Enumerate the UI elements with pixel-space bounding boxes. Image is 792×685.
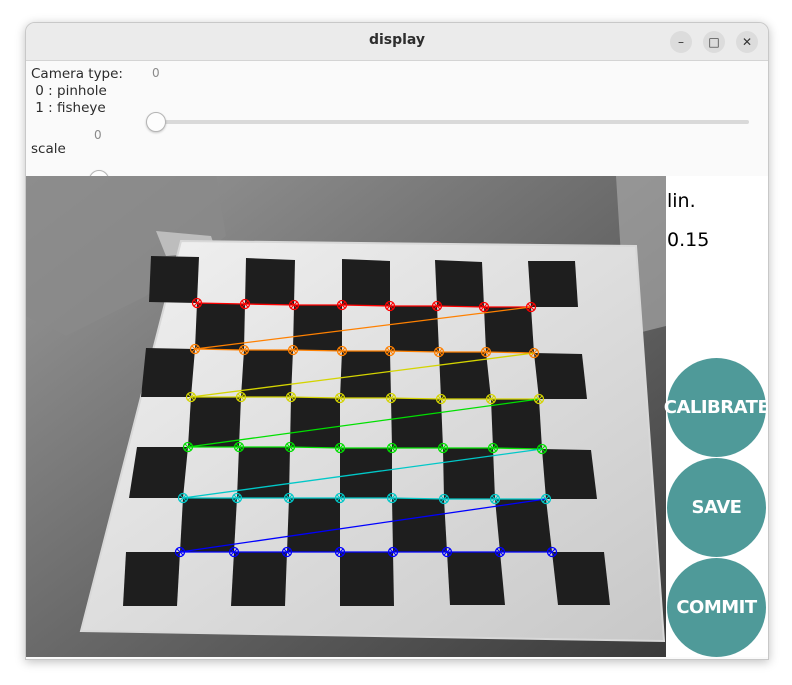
checker-square xyxy=(245,258,295,305)
checker-square xyxy=(342,259,390,306)
checker-square xyxy=(149,256,199,303)
display-window: display – □ ✕ Camera type: 0 : pinhole 1… xyxy=(25,22,769,660)
checker-square xyxy=(290,397,340,448)
camera-type-slider-handle[interactable] xyxy=(146,112,166,132)
close-icon: ✕ xyxy=(741,35,753,49)
checker-square xyxy=(435,260,484,307)
close-button[interactable]: ✕ xyxy=(736,31,758,53)
checker-square xyxy=(484,307,534,353)
side-panel: lin. 0.15 CALIBRATE SAVE COMMIT xyxy=(664,176,768,657)
maximize-icon: □ xyxy=(708,35,720,49)
checker-square xyxy=(528,261,578,307)
checker-square xyxy=(391,398,443,448)
save-button[interactable]: SAVE xyxy=(667,458,766,557)
camera-feed xyxy=(26,176,666,657)
checker-square xyxy=(293,305,342,351)
camera-image xyxy=(26,176,666,657)
checker-square xyxy=(495,499,552,552)
window-title: display xyxy=(368,32,426,48)
commit-button[interactable]: COMMIT xyxy=(667,558,766,657)
checker-square xyxy=(392,498,447,552)
checker-square xyxy=(237,447,290,498)
checker-square xyxy=(443,448,495,499)
checker-square xyxy=(123,552,180,606)
checker-square xyxy=(231,552,287,606)
calibrate-button[interactable]: CALIBRATE xyxy=(664,358,768,457)
checker-square xyxy=(542,449,597,499)
checker-square xyxy=(180,498,237,552)
checker-square xyxy=(141,348,195,397)
trackbar-panel: Camera type: 0 : pinhole 1 : fisheye 0 0… xyxy=(26,61,768,190)
checker-square xyxy=(552,552,610,605)
maximize-button[interactable]: □ xyxy=(703,31,725,53)
checker-square xyxy=(390,306,439,352)
title-bar[interactable]: display – □ ✕ xyxy=(26,23,768,61)
checker-square xyxy=(447,552,505,605)
scale-value: 0 xyxy=(94,128,102,142)
checkerboard xyxy=(79,239,666,643)
checker-square xyxy=(534,353,587,399)
camera-type-slider-track[interactable] xyxy=(149,120,749,124)
camera-type-label: Camera type: 0 : pinhole 1 : fisheye xyxy=(31,66,123,116)
scale-label: scale xyxy=(31,141,66,157)
checker-square xyxy=(195,303,245,350)
checker-square xyxy=(188,397,241,447)
mode-text: lin. xyxy=(667,190,696,212)
minimize-button[interactable]: – xyxy=(670,31,692,53)
checker-square xyxy=(340,552,394,606)
checker-square xyxy=(491,399,542,449)
checker-square xyxy=(287,498,340,552)
checker-square xyxy=(129,447,188,498)
value-text: 0.15 xyxy=(667,229,710,251)
minimize-icon: – xyxy=(678,35,684,49)
camera-type-value: 0 xyxy=(152,66,160,80)
